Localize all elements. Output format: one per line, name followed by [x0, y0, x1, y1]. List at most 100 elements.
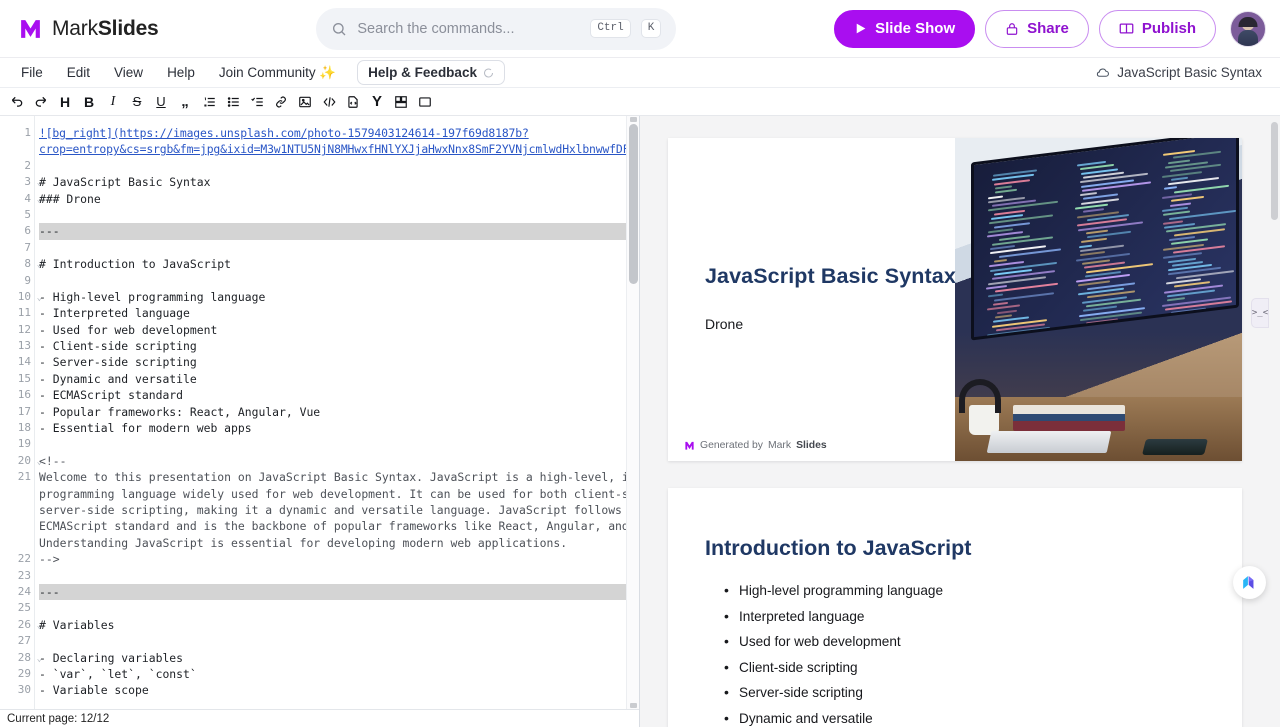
code-line[interactable]	[39, 436, 639, 452]
redo-icon[interactable]	[30, 91, 52, 113]
menu-item-help[interactable]: Help	[156, 61, 206, 84]
code-line[interactable]: - Variable scope	[39, 682, 639, 698]
menu-item-file[interactable]: File	[10, 61, 54, 84]
brand[interactable]: MarkSlides	[14, 16, 159, 41]
link-icon[interactable]	[270, 91, 292, 113]
markslides-mini-logo-icon	[685, 441, 694, 450]
code-area[interactable]: 1 2 3 ⌄ 4 ⌄ 5 6 7 8 ⌄ 9 10 ⌄ 11 12 13 14 15 16 17 18 19 20 ⌄ 21 22…	[0, 116, 639, 709]
code-line[interactable]: - Dynamic and versatile	[39, 371, 639, 387]
code-line[interactable]	[39, 273, 639, 289]
code-line[interactable]	[39, 633, 639, 649]
code-line[interactable]: <!--	[39, 453, 639, 469]
code-line[interactable]: - Client-side scripting	[39, 338, 639, 354]
share-button[interactable]: Share	[985, 9, 1089, 48]
code-line[interactable]: Understanding JavaScript is essential fo…	[39, 535, 639, 551]
code-line[interactable]: - Server-side scripting	[39, 354, 639, 370]
preview-scrollbar[interactable]	[1269, 116, 1280, 727]
slide-show-button[interactable]: Slide Show	[834, 9, 976, 48]
code-line[interactable]: # Variables	[39, 617, 639, 633]
panel-collapse-handle[interactable]: >_<	[1251, 298, 1269, 328]
underline-icon[interactable]: U	[150, 91, 172, 113]
code-line[interactable]: - Interpreted language	[39, 305, 639, 321]
italic-icon[interactable]: I	[102, 91, 124, 113]
line-number	[0, 502, 34, 518]
code-line[interactable]	[39, 207, 639, 223]
undo-icon[interactable]	[6, 91, 28, 113]
bullet-list-icon[interactable]	[222, 91, 244, 113]
footer-brand-bold: Slides	[796, 440, 827, 451]
code-line[interactable]	[39, 240, 639, 256]
image-icon[interactable]	[294, 91, 316, 113]
scroll-up-marker[interactable]	[630, 117, 637, 122]
document-title[interactable]: JavaScript Basic Syntax	[1095, 65, 1270, 80]
slide-2-bullet: Used for web development	[724, 633, 1222, 649]
line-number: 21	[17, 470, 31, 484]
slide-2-bullet: Client-side scripting	[724, 659, 1222, 675]
scroll-down-marker[interactable]	[630, 703, 637, 708]
code-line[interactable]: ECMAScript standard and is the backbone …	[39, 518, 639, 534]
keyboard-graphic	[986, 431, 1112, 453]
code-line[interactable]: ![bg_right](https://images.unsplash.com/…	[39, 125, 639, 141]
avatar[interactable]	[1230, 10, 1266, 47]
status-bar: Current page: 12/12	[0, 709, 639, 727]
search-input[interactable]: Search the commands... Ctrl K	[316, 7, 677, 50]
code-line[interactable]: Welcome to this presentation on JavaScri…	[39, 469, 639, 485]
menu-item-view[interactable]: View	[103, 61, 154, 84]
comment-icon[interactable]	[414, 91, 436, 113]
code-line[interactable]: crop=entropy&cs=srgb&fm=jpg&ixid=M3w1NTU…	[39, 141, 639, 157]
brand-name-bold: Slides	[97, 16, 159, 40]
blockquote-icon[interactable]: „	[174, 91, 196, 113]
code-line[interactable]: ---	[39, 583, 639, 601]
checklist-icon[interactable]	[246, 91, 268, 113]
heading-icon[interactable]: H	[54, 91, 76, 113]
line-number: 29	[17, 666, 31, 680]
youtube-icon[interactable]: Y	[366, 91, 388, 113]
code-line[interactable]: - Used for web development	[39, 322, 639, 338]
code-line[interactable]: - `var`, `let`, `const`	[39, 666, 639, 682]
ordered-list-icon[interactable]	[198, 91, 220, 113]
code-line[interactable]: -->	[39, 551, 639, 567]
slide-1[interactable]: JavaScript Basic Syntax Drone Generated …	[668, 138, 1242, 461]
layout-icon[interactable]	[390, 91, 412, 113]
line-number: 5	[24, 207, 31, 221]
code-line[interactable]: - ECMAScript standard	[39, 387, 639, 403]
code-line[interactable]: programming language widely used for web…	[39, 486, 639, 502]
code-line[interactable]: # JavaScript Basic Syntax	[39, 174, 639, 190]
line-number: 26 ⌄	[0, 617, 42, 633]
chat-support-button[interactable]	[1233, 566, 1266, 599]
code-line[interactable]: - Essential for modern web apps	[39, 420, 639, 436]
line-number: 10 ⌄	[0, 289, 42, 305]
search-placeholder: Search the commands...	[357, 20, 515, 37]
menu-item-join-community[interactable]: Join Community ✨	[208, 61, 347, 85]
cloud-icon	[1097, 68, 1110, 77]
shortcut-key: K	[640, 19, 662, 38]
code-lines[interactable]: ![bg_right](https://images.unsplash.com/…	[34, 116, 639, 709]
slide-2-bullet: High-level programming language	[724, 582, 1222, 598]
code-line[interactable]	[39, 600, 639, 616]
code-line[interactable]: - Popular frameworks: React, Angular, Vu…	[39, 404, 639, 420]
speech-bubble-icon	[484, 68, 493, 78]
code-line[interactable]	[39, 568, 639, 584]
code-line[interactable]	[39, 158, 639, 174]
code-line[interactable]: # Introduction to JavaScript	[39, 256, 639, 272]
line-number: 12	[17, 322, 31, 336]
code-line[interactable]: ---	[39, 223, 639, 240]
code-block-icon[interactable]	[342, 91, 364, 113]
editor-scroll-thumb[interactable]	[629, 124, 638, 284]
strikethrough-icon[interactable]: S	[126, 91, 148, 113]
editor-scrollbar[interactable]	[626, 116, 639, 709]
slide-preview-pane[interactable]: JavaScript Basic Syntax Drone Generated …	[640, 116, 1280, 727]
code-line[interactable]: - Declaring variables	[39, 650, 639, 666]
code-line[interactable]: server-side scripting, making it a dynam…	[39, 502, 639, 518]
bold-icon[interactable]: B	[78, 91, 100, 113]
publish-button[interactable]: Publish	[1098, 9, 1216, 48]
menu-item-help-feedback[interactable]: Help & Feedback	[357, 60, 505, 85]
slide-2-bullet: Interpreted language	[724, 608, 1222, 624]
preview-scroll-thumb[interactable]	[1271, 122, 1278, 220]
play-icon	[856, 23, 866, 34]
menu-item-edit[interactable]: Edit	[56, 61, 101, 84]
code-line[interactable]: ### Drone	[39, 191, 639, 207]
code-line[interactable]: - High-level programming language	[39, 289, 639, 305]
inline-code-icon[interactable]	[318, 91, 340, 113]
slide-2[interactable]: Introduction to JavaScript High-level pr…	[668, 488, 1242, 727]
